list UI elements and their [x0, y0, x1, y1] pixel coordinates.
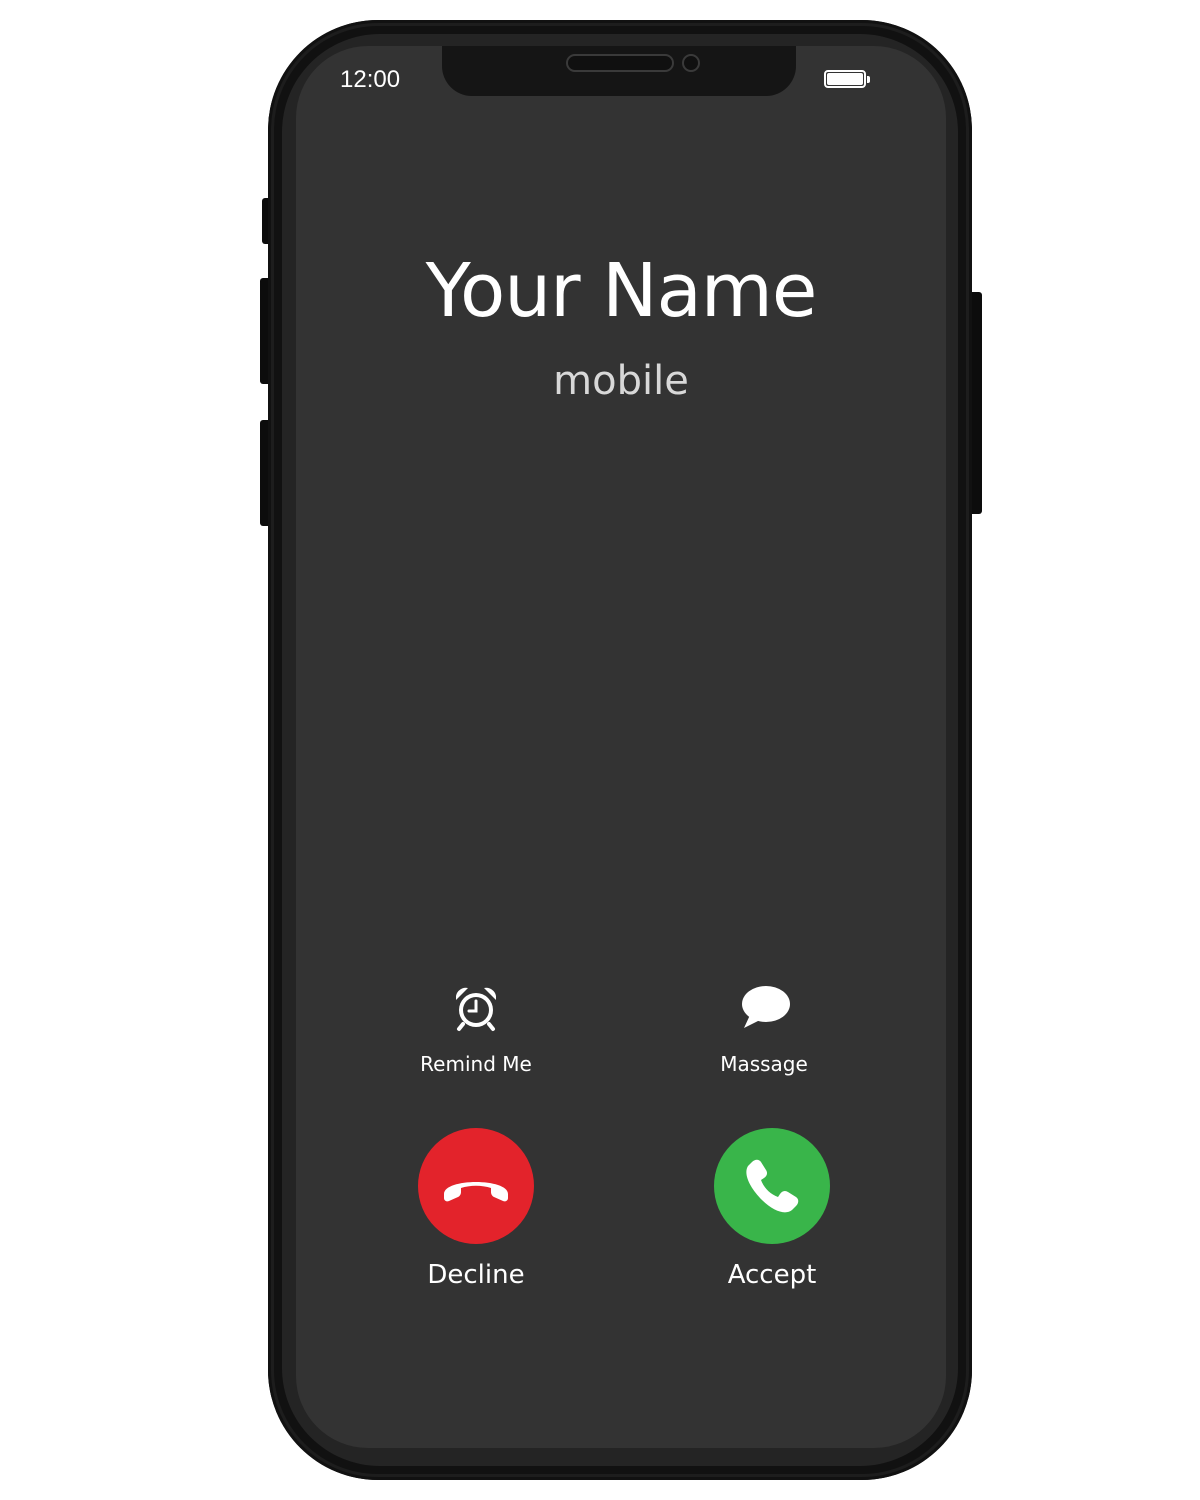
alarm-clock-icon: [456, 987, 496, 1031]
accept-label: Accept: [727, 1260, 817, 1290]
phone-screen: 12:00 Your Name mobile Remind Me Massage…: [296, 46, 946, 1448]
earpiece-speaker: [566, 54, 674, 72]
caller-name: Your Name: [425, 248, 818, 334]
caller-label: mobile: [553, 358, 689, 404]
front-camera: [682, 54, 700, 72]
status-time: 12:00: [340, 66, 401, 93]
decline-label: Decline: [427, 1260, 525, 1290]
message-label: Massage: [720, 1052, 808, 1076]
remind-me-button[interactable]: Remind Me: [376, 982, 576, 1076]
hang-up-phone-icon: [444, 1182, 508, 1202]
accept-control: Accept: [672, 1128, 872, 1290]
notch: [442, 46, 796, 96]
phone-handset-icon: [746, 1159, 799, 1213]
message-button[interactable]: Massage: [664, 982, 864, 1076]
battery-full-icon: [824, 70, 870, 90]
incoming-call-mockup: 12:00 Your Name mobile Remind Me Massage…: [0, 0, 1200, 1500]
remind-me-label: Remind Me: [420, 1052, 532, 1076]
decline-control: Decline: [376, 1128, 576, 1290]
decline-button[interactable]: [418, 1128, 534, 1244]
speech-bubble-icon: [742, 986, 790, 1028]
accept-button[interactable]: [714, 1128, 830, 1244]
